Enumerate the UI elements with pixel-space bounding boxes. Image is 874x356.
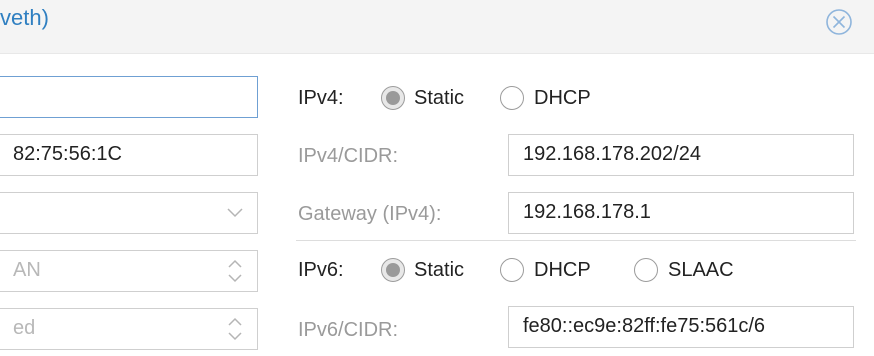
section-divider	[296, 240, 856, 241]
ipv4-static-radio[interactable]	[381, 86, 405, 110]
ipv4-gateway-input[interactable]: 192.168.178.1	[508, 192, 854, 234]
spinner-icon[interactable]	[227, 309, 243, 349]
ipv6-cidr-label: IPv6/CIDR:	[298, 319, 399, 341]
vlan-tag-placeholder: AN	[13, 259, 41, 281]
ipv4-dhcp-radio[interactable]	[500, 86, 524, 110]
rate-limit-input[interactable]: ed	[0, 308, 258, 350]
ipv6-mode-label: IPv6:	[298, 259, 344, 281]
name-input[interactable]	[0, 76, 258, 118]
dialog-titlebar: veth)	[0, 0, 874, 54]
ipv4-gateway-label: Gateway (IPv4):	[298, 203, 442, 225]
close-circle-icon	[826, 9, 852, 35]
ipv6-slaac-label[interactable]: SLAAC	[668, 258, 734, 282]
ipv6-static-label[interactable]: Static	[414, 258, 464, 282]
bridge-select[interactable]	[0, 192, 258, 234]
dialog-title: veth)	[0, 5, 49, 30]
mac-address-value: 82:75:56:1C	[13, 143, 122, 165]
ipv4-cidr-label: IPv4/CIDR:	[298, 145, 399, 167]
ipv6-cidr-input[interactable]: fe80::ec9e:82ff:fe75:561c/6	[508, 306, 854, 348]
mac-address-input[interactable]: 82:75:56:1C	[0, 134, 258, 176]
ipv4-mode-label: IPv4:	[298, 87, 344, 109]
ipv6-dhcp-label[interactable]: DHCP	[534, 258, 591, 282]
ipv4-dhcp-label[interactable]: DHCP	[534, 86, 591, 110]
ipv6-static-radio[interactable]	[381, 258, 405, 282]
ipv4-static-label[interactable]: Static	[414, 86, 464, 110]
ipv4-cidr-input[interactable]: 192.168.178.202/24	[508, 134, 854, 176]
rate-limit-placeholder: ed	[13, 317, 36, 339]
chevron-down-icon[interactable]	[227, 193, 243, 233]
ipv4-gateway-value: 192.168.178.1	[523, 201, 651, 223]
ipv6-dhcp-radio[interactable]	[500, 258, 524, 282]
close-button[interactable]	[821, 4, 857, 40]
ipv6-slaac-radio[interactable]	[634, 258, 658, 282]
vlan-tag-input[interactable]: AN	[0, 250, 258, 292]
ipv6-cidr-value: fe80::ec9e:82ff:fe75:561c/6	[523, 315, 766, 337]
spinner-icon[interactable]	[227, 251, 243, 291]
ipv4-cidr-value: 192.168.178.202/24	[523, 143, 701, 165]
